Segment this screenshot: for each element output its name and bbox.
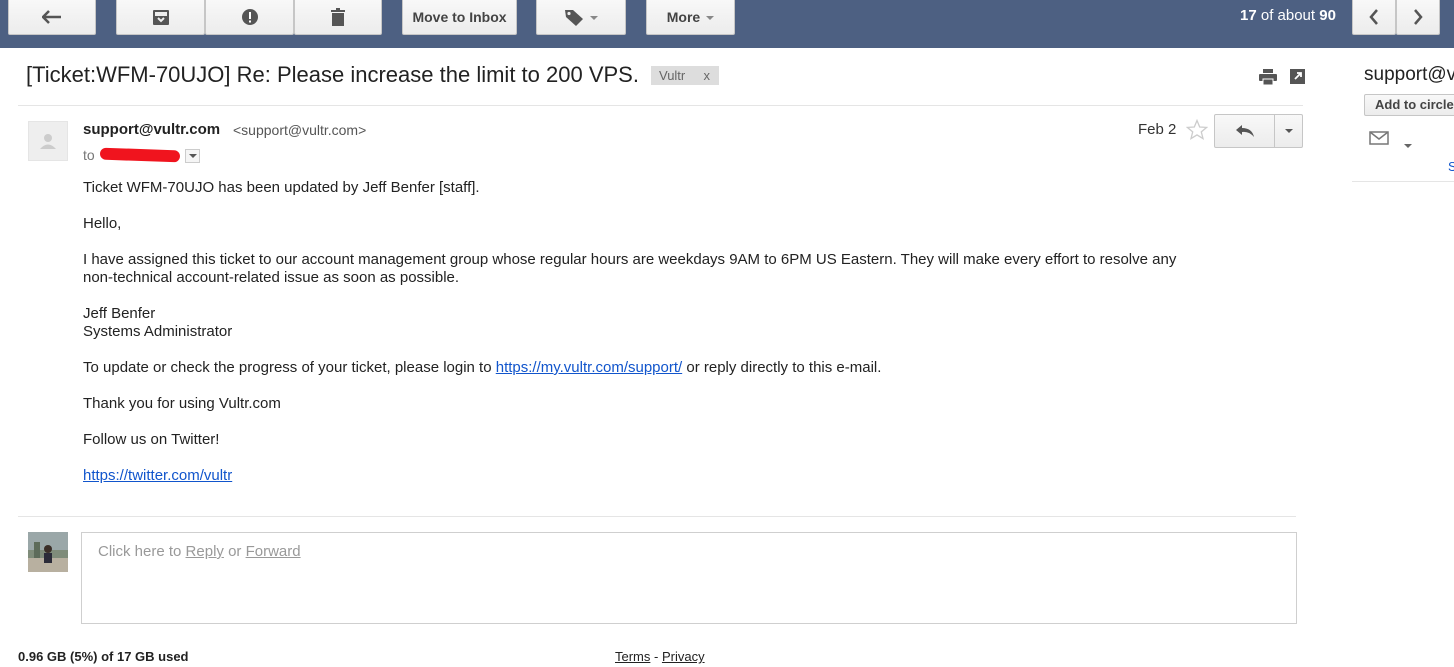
show-details-button[interactable] <box>185 149 200 163</box>
report-spam-icon <box>241 9 258 25</box>
update-line: To update or check the progress of your … <box>83 359 881 377</box>
move-to-inbox-button[interactable]: Move to Inbox <box>402 0 517 35</box>
redaction-mark <box>99 147 181 163</box>
reply-link[interactable]: Reply <box>186 543 224 560</box>
profile-photo <box>28 532 68 572</box>
newer-button[interactable] <box>1352 0 1396 35</box>
pager-total: 90 <box>1319 7 1336 24</box>
labels-button[interactable] <box>536 0 626 35</box>
move-to-inbox-label: Move to Inbox <box>412 9 507 25</box>
chevron-left-icon <box>1369 9 1378 25</box>
toolbar: Move to Inbox More 17 of about 90 <box>0 0 1454 48</box>
older-button[interactable] <box>1396 0 1440 35</box>
divider <box>18 105 1303 106</box>
storage-usage: 0.96 GB (5%) of 17 GB used <box>18 649 189 664</box>
reply-button-group <box>1214 114 1303 148</box>
email-subject: [Ticket:WFM-70UJO] Re: Please increase t… <box>26 62 639 87</box>
terms-link[interactable]: Terms <box>615 649 650 664</box>
sender-name[interactable]: support@vultr.com <box>83 121 220 138</box>
chevron-down-icon <box>1404 144 1412 148</box>
reply-button[interactable] <box>1214 114 1275 148</box>
chevron-down-icon <box>706 16 715 20</box>
more-actions-button[interactable] <box>1275 114 1303 148</box>
twitter-line: https://twitter.com/vultr <box>83 467 232 485</box>
back-button[interactable] <box>8 0 96 35</box>
pager-count: 17 of about 90 <box>1240 7 1336 24</box>
report-spam-button[interactable] <box>205 0 294 35</box>
trash-icon <box>331 8 345 26</box>
new-window-button[interactable] <box>1290 69 1305 89</box>
my-avatar[interactable] <box>28 532 68 572</box>
reply-prompt-prefix: Click here to <box>98 543 186 560</box>
label-chip-text: Vultr <box>659 68 686 83</box>
remove-label-button[interactable]: x <box>704 66 711 85</box>
star-button[interactable] <box>1185 118 1209 146</box>
chevron-down-icon <box>1284 129 1293 133</box>
body-paragraph-line: I have assigned this ticket to our accou… <box>83 251 1177 268</box>
twitter-link[interactable]: https://twitter.com/vultr <box>83 467 232 484</box>
contact-panel-link[interactable]: S <box>1448 159 1454 174</box>
update-suffix: or reply directly to this e-mail. <box>682 359 882 376</box>
support-link[interactable]: https://my.vultr.com/support/ <box>496 359 682 376</box>
tag-icon <box>565 10 583 26</box>
contact-name[interactable]: support@vultr.com <box>1364 64 1454 86</box>
footer-separator: - <box>650 649 662 664</box>
update-prefix: To update or check the progress of your … <box>83 359 496 376</box>
forward-link[interactable]: Forward <box>246 543 301 560</box>
body-line: Ticket WFM-70UJO has been updated by Jef… <box>83 179 480 196</box>
popout-icon <box>1290 69 1305 84</box>
archive-button[interactable] <box>116 0 205 35</box>
contact-actions-dropdown[interactable] <box>1404 135 1412 153</box>
reply-icon <box>1235 125 1254 137</box>
sender-email: <support@vultr.com> <box>233 122 367 138</box>
reply-prompt-or: or <box>223 543 246 560</box>
chevron-right-icon <box>1414 9 1423 25</box>
print-all-button[interactable] <box>1259 69 1277 90</box>
message-date[interactable]: Feb 2 <box>1138 121 1176 138</box>
more-button[interactable]: More <box>646 0 735 35</box>
recipient-prefix: to <box>83 147 95 163</box>
star-icon <box>1185 118 1209 140</box>
body-paragraph-line: non-technical account-related issue as s… <box>83 269 460 286</box>
quick-reply-box[interactable]: Click here to Reply or Forward <box>81 532 1297 624</box>
privacy-link[interactable]: Privacy <box>662 649 705 664</box>
body-greeting: Hello, <box>83 215 122 232</box>
sender-avatar[interactable] <box>28 121 68 161</box>
more-label: More <box>666 9 701 25</box>
delete-button[interactable] <box>294 0 382 35</box>
thanks-line: Thank you for using Vultr.com <box>83 395 281 412</box>
chevron-down-icon <box>188 154 197 158</box>
add-to-circles-button[interactable]: Add to circles <box>1364 94 1454 116</box>
arrow-back-icon <box>42 10 61 24</box>
signature-name: Jeff Benfer <box>83 305 156 322</box>
signature-title: Systems Administrator <box>83 323 233 340</box>
follow-line: Follow us on Twitter! <box>83 431 220 448</box>
chevron-down-icon <box>590 16 598 20</box>
envelope-icon <box>1369 131 1389 145</box>
archive-icon <box>152 10 169 25</box>
print-icon <box>1259 69 1277 86</box>
pager-current: 17 <box>1240 7 1257 24</box>
email-contact-button[interactable] <box>1369 131 1389 150</box>
footer-links: Terms - Privacy <box>615 649 705 664</box>
divider <box>1352 181 1454 182</box>
label-chip-vultr[interactable]: Vultr x <box>651 66 719 85</box>
person-icon <box>40 134 56 149</box>
pager-of: of about <box>1256 7 1320 24</box>
divider <box>18 516 1296 517</box>
